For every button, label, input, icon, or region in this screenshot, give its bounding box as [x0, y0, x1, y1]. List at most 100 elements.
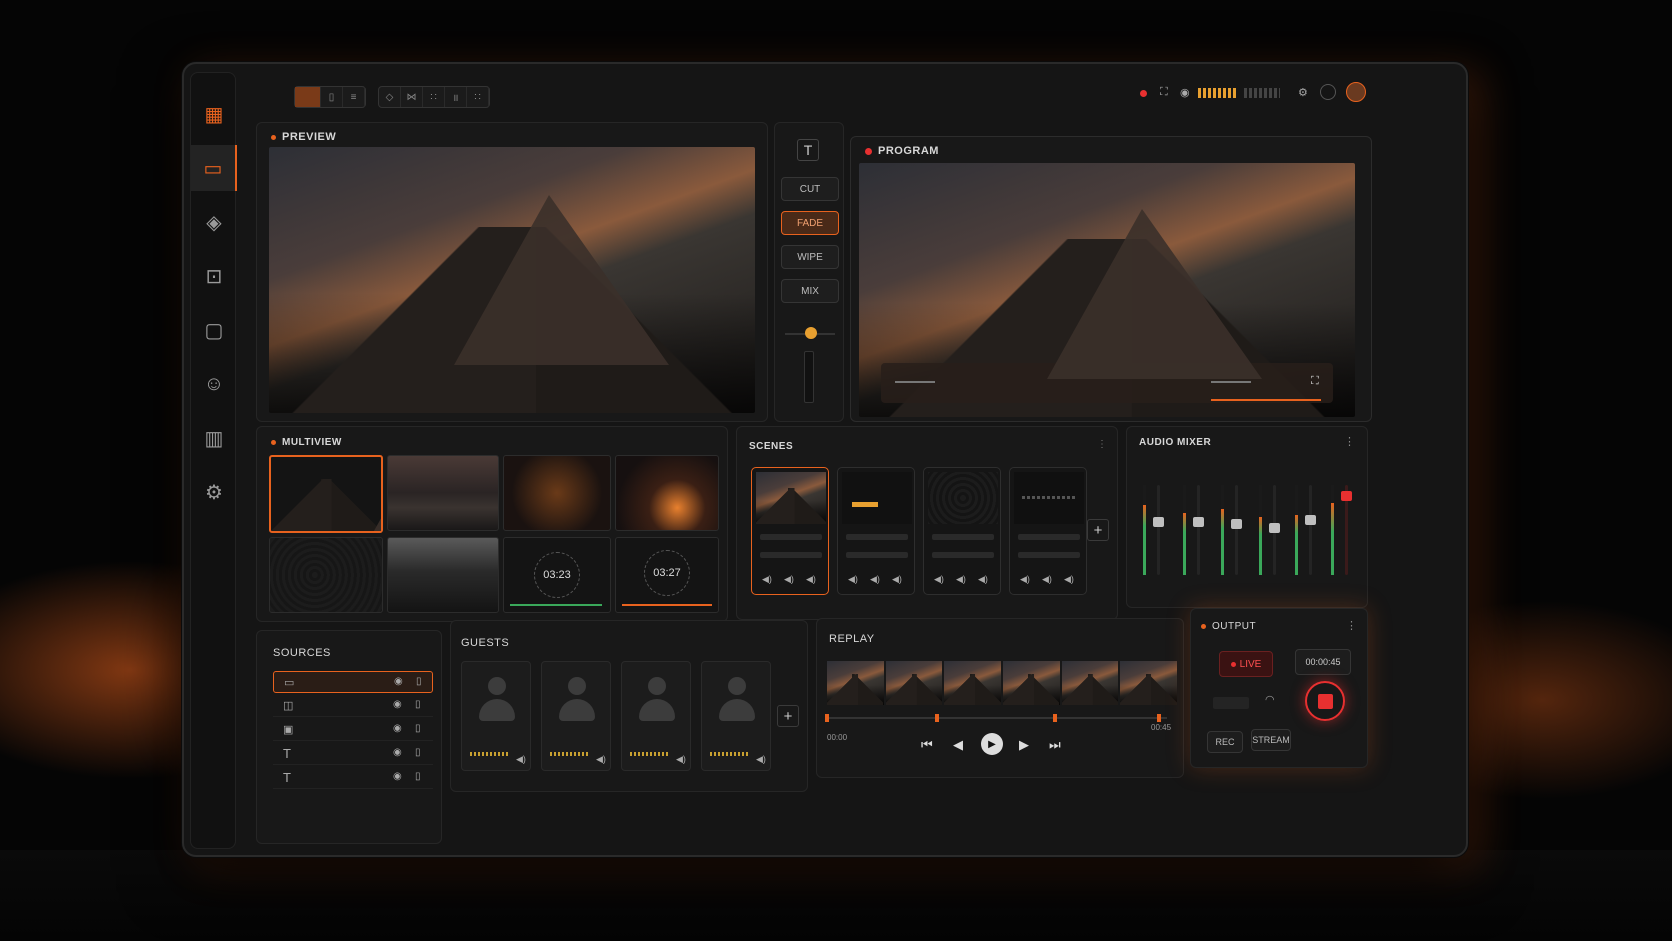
volume-icon[interactable]: ◀) — [676, 754, 686, 765]
volume-icon[interactable]: ◀) — [1020, 574, 1030, 585]
program-video[interactable]: ⛶ — [859, 163, 1355, 417]
volume-icon[interactable]: ◀) — [756, 754, 766, 765]
fader-knob[interactable] — [1193, 517, 1204, 527]
timeline-marker[interactable] — [825, 714, 829, 722]
grid-small-icon[interactable]: ∷ — [467, 87, 489, 107]
wipe-button[interactable]: WIPE — [781, 245, 839, 269]
layout-split-icon[interactable]: ▯ — [321, 87, 343, 107]
multiview-thumb[interactable] — [387, 455, 499, 531]
step-back-icon[interactable]: ◀ — [953, 737, 963, 753]
replay-filmstrip[interactable] — [827, 661, 1178, 705]
layout-list-icon[interactable]: ≡ — [343, 87, 365, 107]
add-scene-button[interactable]: + — [1087, 519, 1109, 541]
channel-fader[interactable] — [1269, 485, 1280, 575]
multiview-thumb[interactable] — [503, 455, 611, 531]
split-icon[interactable]: ⋈ — [401, 87, 423, 107]
channel-fader[interactable] — [1341, 485, 1352, 575]
step-forward-icon[interactable]: ▶ — [1019, 737, 1029, 753]
lock-icon[interactable]: ▯ — [415, 723, 421, 734]
lock-icon[interactable]: ▯ — [416, 676, 422, 687]
layout-single-icon[interactable] — [295, 87, 321, 107]
volume-icon[interactable]: ◀) — [516, 754, 526, 765]
chat-icon[interactable]: ▢ — [191, 307, 237, 353]
pause-icon[interactable]: ॥ — [445, 87, 467, 107]
avatar[interactable] — [1346, 82, 1366, 102]
volume-icon[interactable]: ◀) — [596, 754, 606, 765]
multiview-thumb[interactable] — [269, 455, 383, 533]
timeline-marker[interactable] — [935, 714, 939, 722]
volume-icon[interactable]: ◀) — [892, 574, 902, 585]
lower-third-overlay[interactable]: ⛶ — [881, 363, 1333, 403]
fader-knob[interactable] — [1269, 523, 1280, 533]
volume-icon[interactable]: ◀) — [978, 574, 988, 585]
multiview-thumb[interactable] — [387, 537, 499, 613]
layout-toggle[interactable]: ▯ ≡ — [294, 86, 366, 108]
lock-icon[interactable]: ▯ — [415, 699, 421, 710]
apps-grid-icon[interactable]: ▦ — [191, 91, 237, 137]
source-row[interactable]: ▣ ◉ ▯ — [273, 719, 433, 741]
volume-icon[interactable]: ◀) — [848, 574, 858, 585]
fader-knob[interactable] — [1305, 515, 1316, 525]
broadcast-icon[interactable]: ◉ — [1180, 86, 1190, 99]
grid-icon[interactable]: ∷ — [423, 87, 445, 107]
guest-tile[interactable]: ◀) — [701, 661, 771, 771]
fader-knob[interactable] — [1341, 491, 1352, 501]
lock-icon[interactable]: ▯ — [415, 771, 421, 782]
audio-settings-icon[interactable]: ⚙ — [1298, 86, 1308, 99]
settings-gear-icon[interactable]: ⚙ — [191, 469, 237, 515]
replay-timeline[interactable] — [827, 717, 1167, 719]
preview-video[interactable] — [269, 147, 755, 413]
live-button[interactable]: LIVE — [1219, 651, 1273, 677]
source-row[interactable]: T ◉ ▯ — [273, 743, 433, 765]
screen-share-icon[interactable]: ⊡ — [191, 253, 237, 299]
source-row[interactable]: ◫ ◉ ▯ — [273, 695, 433, 717]
timeline-marker[interactable] — [1157, 714, 1161, 722]
channel-fader[interactable] — [1193, 485, 1204, 575]
visibility-eye-icon[interactable]: ◉ — [394, 676, 403, 687]
scene-card[interactable]: ◀) ◀) ◀) — [751, 467, 829, 595]
add-guest-button[interactable]: + — [777, 705, 799, 727]
volume-icon[interactable]: ◀) — [934, 574, 944, 585]
scenes-menu-icon[interactable]: ⋮ — [1097, 439, 1107, 450]
skip-end-icon[interactable]: ⏭ — [1049, 737, 1061, 753]
analytics-icon[interactable]: ▥ — [191, 415, 237, 461]
monitor-icon[interactable]: ▭ — [191, 145, 237, 191]
volume-icon[interactable]: ◀) — [956, 574, 966, 585]
account-icon[interactable] — [1320, 84, 1336, 100]
multiview-thumb[interactable] — [615, 455, 719, 531]
audio-mixer-menu-icon[interactable]: ⋮ — [1344, 435, 1355, 448]
text-tool-button[interactable]: T — [797, 139, 819, 161]
transition-slider-handle[interactable] — [805, 327, 817, 339]
volume-icon[interactable]: ◀) — [1042, 574, 1052, 585]
play-button[interactable]: ▶ — [981, 733, 1003, 755]
channel-fader[interactable] — [1231, 485, 1242, 575]
visibility-eye-icon[interactable]: ◉ — [393, 723, 402, 734]
expand-icon[interactable]: ⛶ — [1311, 375, 1319, 388]
guest-tile[interactable]: ◀) — [541, 661, 611, 771]
stop-record-button[interactable] — [1305, 681, 1345, 721]
visibility-eye-icon[interactable]: ◉ — [393, 771, 402, 782]
volume-icon[interactable]: ◀) — [1064, 574, 1074, 585]
visibility-eye-icon[interactable]: ◉ — [393, 699, 402, 710]
lock-icon[interactable]: ▯ — [415, 747, 421, 758]
layers-icon[interactable]: ◈ — [191, 199, 237, 245]
guest-tile[interactable]: ◀) — [621, 661, 691, 771]
skip-start-icon[interactable]: ⏮ — [921, 737, 933, 753]
volume-icon[interactable]: ◀) — [806, 574, 816, 585]
cut-button[interactable]: CUT — [781, 177, 839, 201]
fader-knob[interactable] — [1231, 519, 1242, 529]
source-row[interactable]: ▭ ◉ ▯ — [273, 671, 433, 693]
mix-button[interactable]: MIX — [781, 279, 839, 303]
multiview-timer-tile[interactable]: 03:27 — [615, 537, 719, 613]
diamond-icon[interactable]: ◇ — [379, 87, 401, 107]
t-bar[interactable] — [804, 351, 814, 403]
multiview-timer-tile[interactable]: 03:23 — [503, 537, 611, 613]
guest-tile[interactable]: ◀) — [461, 661, 531, 771]
fade-button[interactable]: FADE — [781, 211, 839, 235]
channel-fader[interactable] — [1305, 485, 1316, 575]
volume-icon[interactable]: ◀) — [870, 574, 880, 585]
source-row[interactable]: T ◉ ▯ — [273, 767, 433, 789]
volume-icon[interactable]: ◀) — [762, 574, 772, 585]
scene-card[interactable]: ◀) ◀) ◀) — [1009, 467, 1087, 595]
volume-icon[interactable]: ◀) — [784, 574, 794, 585]
